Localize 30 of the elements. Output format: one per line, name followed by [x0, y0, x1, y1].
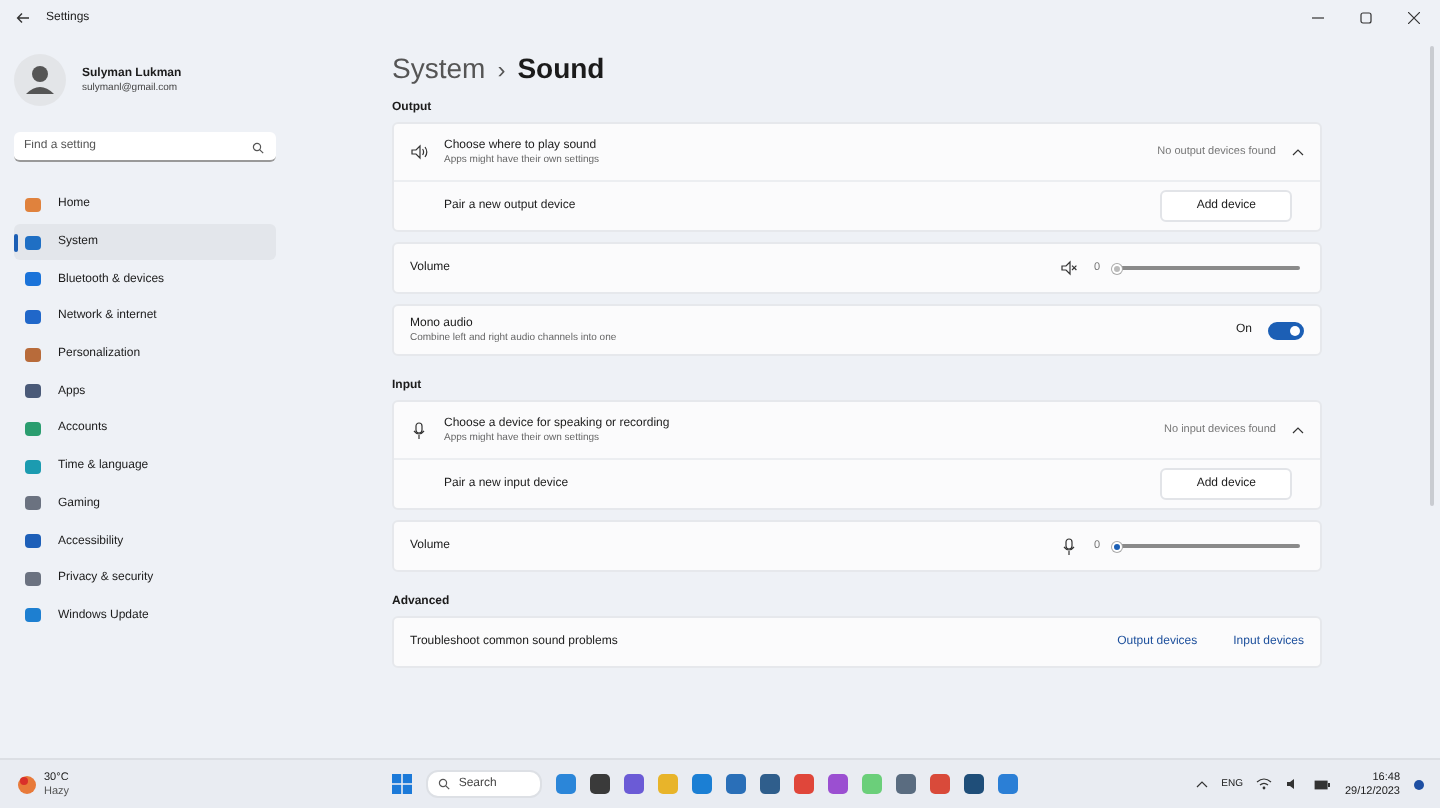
microphone-icon[interactable] [1059, 537, 1078, 555]
back-arrow-icon[interactable] [16, 11, 30, 23]
wifi-icon[interactable] [1256, 778, 1273, 790]
search-icon [438, 778, 451, 790]
chevron-icon[interactable] [1292, 148, 1304, 156]
app-icon[interactable] [964, 774, 985, 794]
microphone-icon [410, 421, 428, 439]
page-title: Sound [517, 52, 605, 84]
notification-dot-icon[interactable] [1414, 779, 1424, 789]
search-icon [252, 141, 264, 153]
start-icon[interactable] [392, 774, 413, 794]
weather-icon[interactable] [16, 773, 38, 795]
maximize-icon[interactable] [1360, 11, 1372, 23]
app-icon[interactable] [760, 774, 781, 794]
chevron-icon[interactable] [1292, 426, 1304, 434]
breadcrumb-separator: › [497, 56, 506, 84]
app-icon[interactable] [726, 774, 747, 794]
app-icon[interactable] [590, 774, 611, 794]
speaker-icon [410, 144, 428, 160]
close-icon[interactable] [1408, 11, 1420, 23]
app-icon[interactable] [624, 774, 645, 794]
avatar-icon [14, 54, 66, 106]
minimize-icon[interactable] [1312, 11, 1324, 23]
breadcrumb-parent[interactable]: System [392, 52, 486, 84]
slider-thumb[interactable] [1111, 541, 1121, 551]
app-icon[interactable] [896, 774, 917, 794]
toggle-switch[interactable] [1268, 321, 1305, 339]
chevron-icon[interactable] [1195, 780, 1208, 788]
muted-speaker-icon[interactable] [1059, 260, 1078, 276]
battery-icon[interactable] [1314, 779, 1331, 789]
